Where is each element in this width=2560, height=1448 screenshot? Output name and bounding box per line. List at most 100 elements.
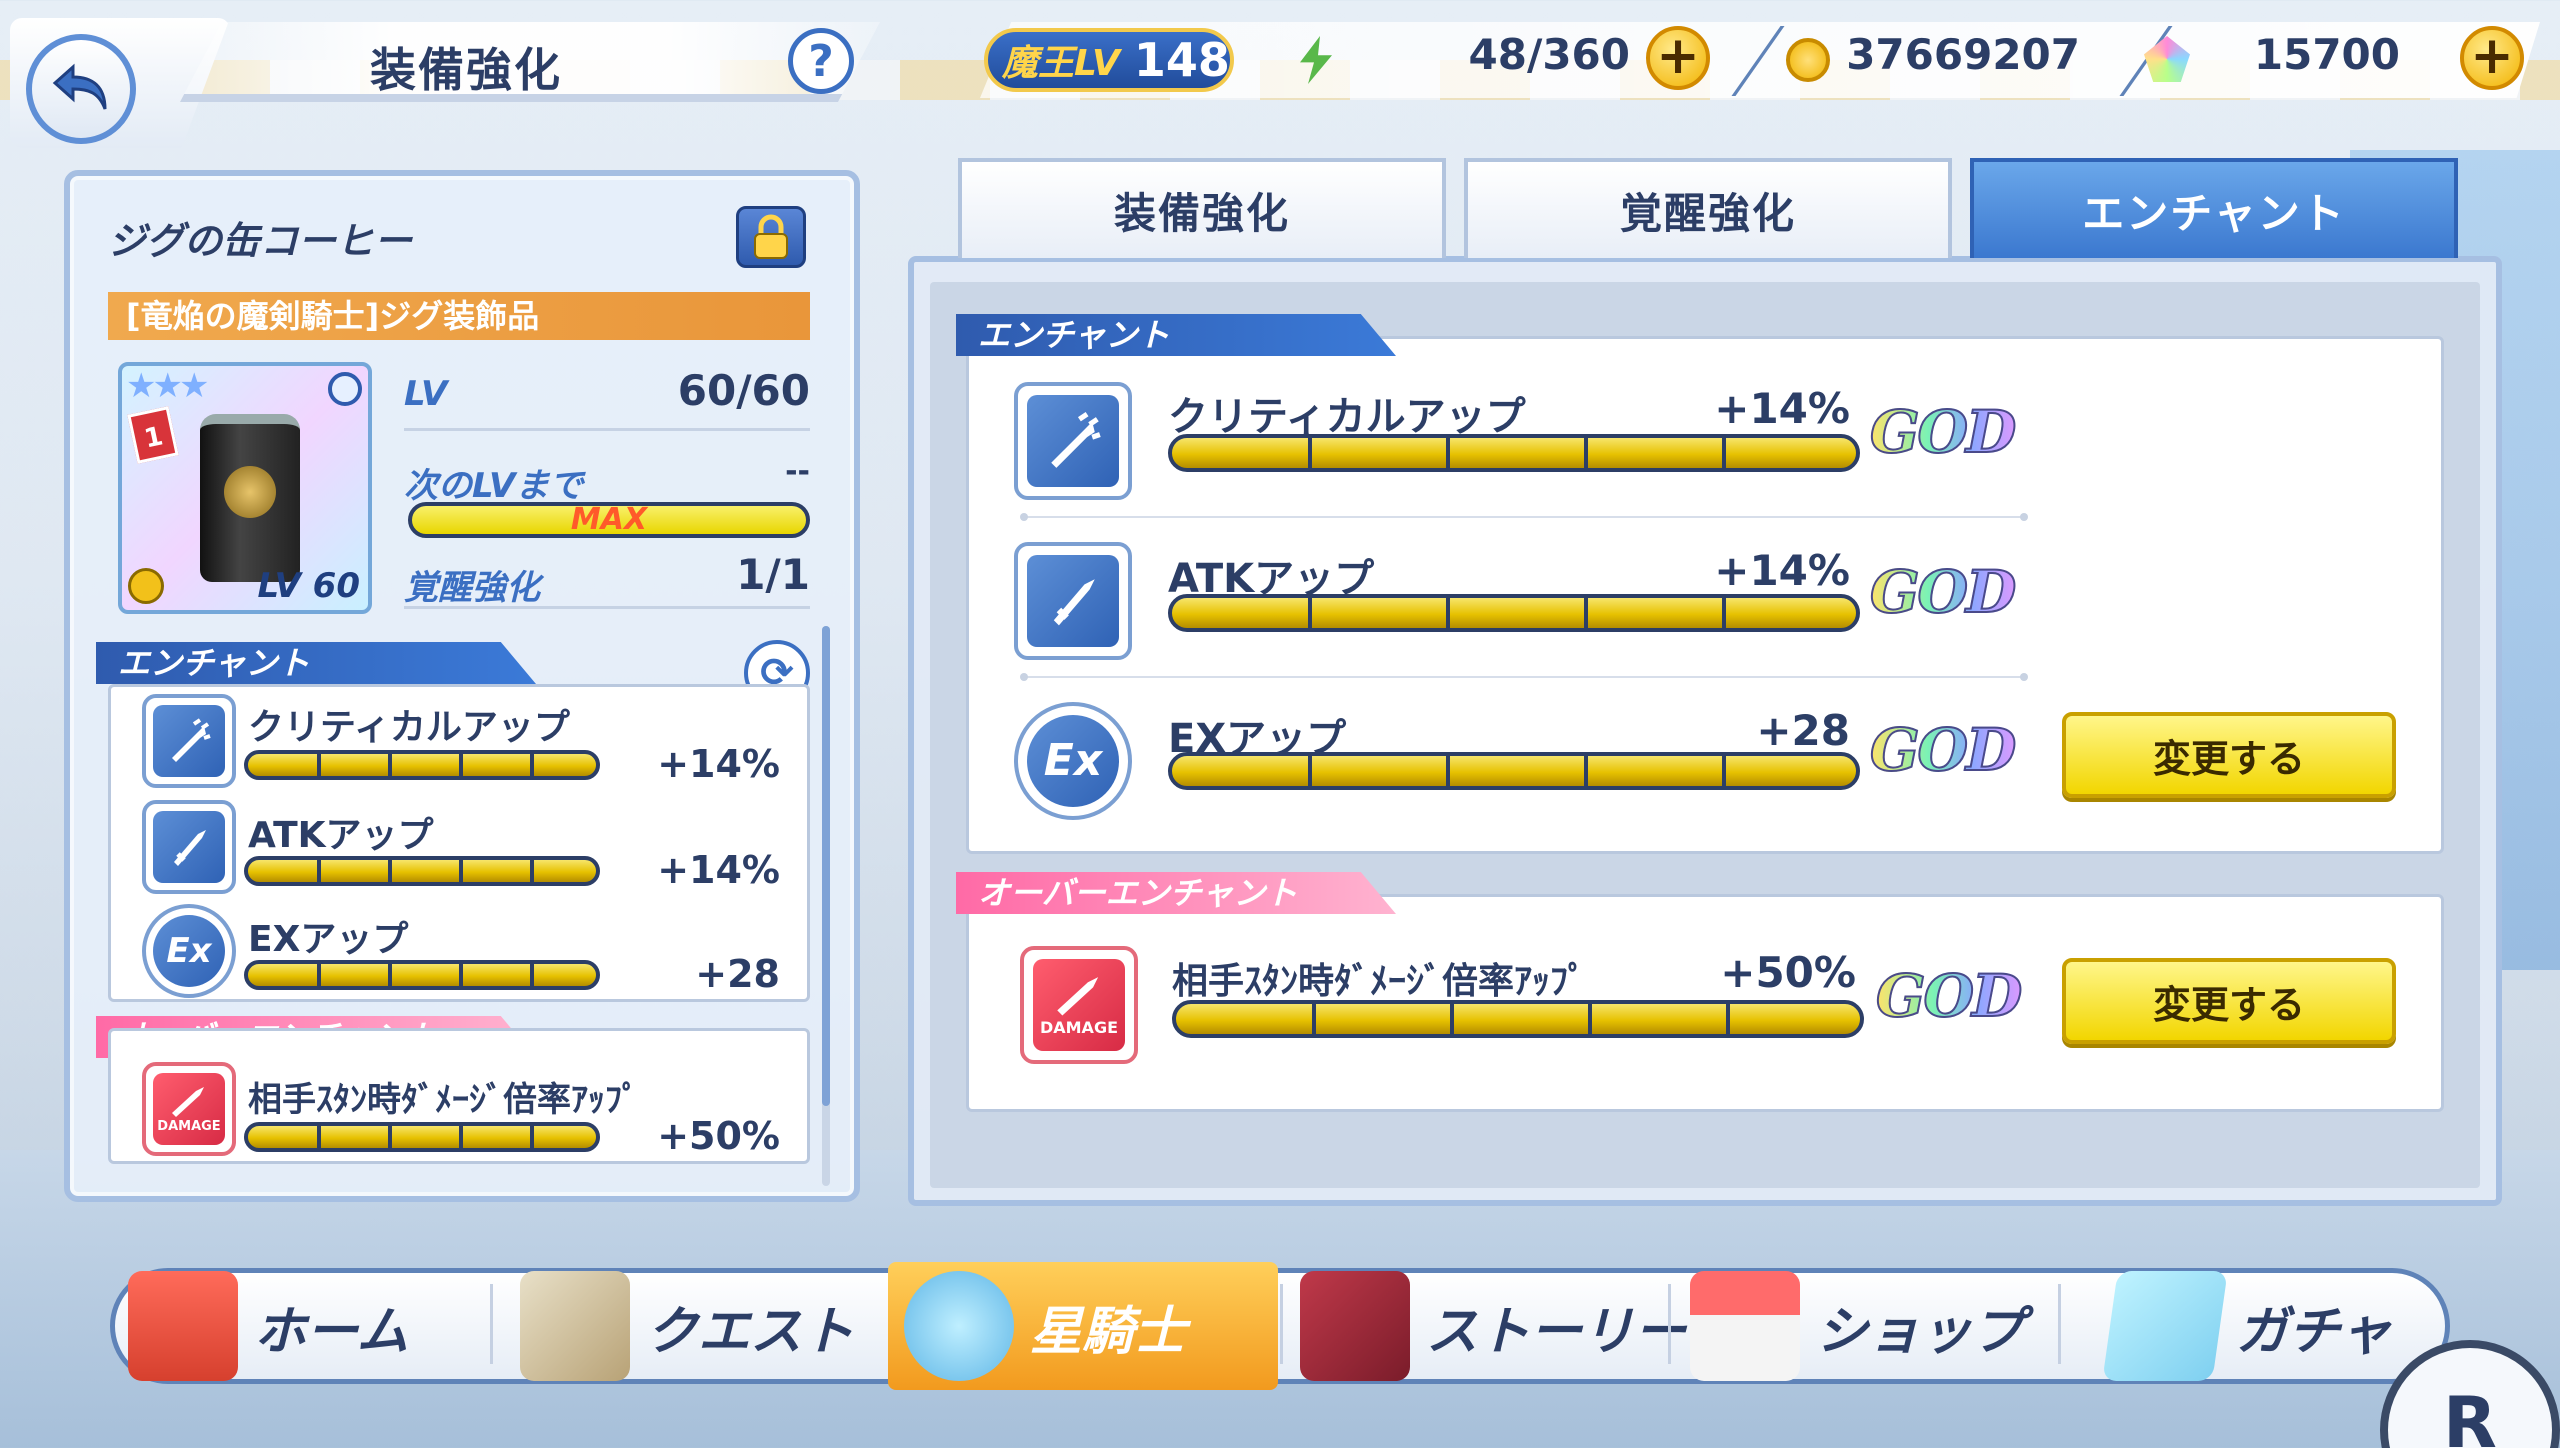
enchant-header: エンチャント	[956, 314, 1396, 356]
nav-story-label: ストーリー	[1426, 1301, 1687, 1362]
nav-star-knight-label: 星騎士	[1030, 1301, 1187, 1362]
critical-up-icon	[142, 694, 236, 788]
card-level: LV 60	[257, 566, 360, 606]
nav-star-knight[interactable]: 星騎士	[888, 1262, 1278, 1390]
enchant-name: 相手ｽﾀﾝ時ﾀﾞﾒｰｼﾞ倍率ｱｯﾌﾟ	[1172, 961, 1587, 1002]
nav-quest-label: クエスト	[646, 1301, 855, 1362]
tab-awaken-enhance[interactable]: 覚醒強化	[1464, 158, 1952, 258]
enchant-value: +28	[1756, 706, 1850, 755]
enchant-value: +14%	[1714, 384, 1850, 433]
tab-enchant[interactable]: エンチャント	[1970, 158, 2458, 258]
critical-up-icon	[1014, 382, 1132, 500]
rank-badge: 1	[127, 406, 179, 464]
nav-home[interactable]: ホーム	[128, 1262, 408, 1390]
enchant-value: +50%	[657, 1114, 780, 1158]
enchant-gauge	[1172, 1000, 1864, 1038]
help-button[interactable]: ?	[788, 28, 854, 94]
grade-god-badge: GOD	[1869, 397, 2017, 467]
star-rating-icon: ★★★	[126, 366, 209, 406]
nav-shop[interactable]: ショップ	[1690, 1262, 2024, 1390]
enchant-value: +50%	[1720, 948, 1856, 997]
nav-separator	[1280, 1284, 1283, 1364]
nav-home-label: ホーム	[254, 1301, 409, 1362]
nav-separator	[1668, 1284, 1671, 1364]
enchant-value: +28	[695, 952, 780, 996]
lock-button[interactable]	[736, 206, 806, 268]
book-icon	[1300, 1271, 1410, 1381]
awaken-value: 1/1	[736, 550, 810, 599]
can-logo	[224, 466, 276, 518]
damage-icon-label: DAMAGE	[157, 1119, 221, 1135]
enchant-gauge	[244, 960, 600, 990]
character-icon	[904, 1271, 1014, 1381]
item-name: ジグの缶コーヒー	[108, 219, 413, 263]
shop-icon	[1690, 1271, 1800, 1381]
divider	[404, 428, 810, 431]
nav-separator	[2058, 1284, 2061, 1364]
next-lv-value: --	[785, 454, 810, 489]
divider	[404, 606, 810, 609]
back-arrow-icon	[52, 63, 107, 110]
ex-up-icon: Ex	[142, 904, 236, 998]
nav-separator	[490, 1284, 493, 1364]
enchant-gauge	[244, 1122, 600, 1152]
ex-icon-label: Ex	[1026, 714, 1120, 808]
nav-gacha-label: ガチャ	[2236, 1301, 2392, 1362]
enchant-gauge	[244, 750, 600, 780]
enchant-gauge	[1168, 434, 1860, 472]
enchant-gauge	[244, 856, 600, 886]
nav-quest[interactable]: クエスト	[520, 1262, 854, 1390]
maou-level-badge: 魔王LV 148	[984, 28, 1234, 92]
change-enchant-button[interactable]: 変更する	[2062, 712, 2396, 798]
nav-story[interactable]: ストーリー	[1300, 1262, 1686, 1390]
lv-value: 60/60	[677, 366, 810, 415]
tab-equip-enhance[interactable]: 装備強化	[958, 158, 1446, 258]
coin-icon	[1786, 38, 1830, 82]
atk-up-icon	[142, 800, 236, 894]
back-button[interactable]	[26, 34, 136, 144]
gem-plus-button[interactable]: +	[2460, 26, 2524, 90]
awaken-label: 覚醒強化	[404, 568, 540, 608]
grade-god-badge: GOD	[1875, 961, 2023, 1031]
grade-god-badge: GOD	[1869, 715, 2017, 785]
over-enchant-header: オーバーエンチャント	[956, 872, 1396, 914]
home-icon	[128, 1271, 238, 1381]
item-subtitle: [竜焔の魔剣騎士]ジグ装飾品	[108, 292, 810, 340]
enchant-name: 相手ｽﾀﾝ時ﾀﾞﾒｰｼﾞ倍率ｱｯﾌﾟ	[248, 1080, 639, 1120]
nav-gacha[interactable]: ガチャ	[2102, 1262, 2392, 1390]
exp-bar: MAX	[408, 502, 810, 538]
enchant-name: EXアップ	[248, 919, 409, 960]
enchant-value: +14%	[657, 848, 780, 892]
ex-icon-label: Ex	[152, 914, 226, 988]
scrollbar-thumb[interactable]	[822, 626, 830, 1106]
enchant-gauge	[1168, 594, 1860, 632]
ex-up-icon: Ex	[1014, 702, 1132, 820]
row-divider	[1020, 673, 2028, 681]
gem-value: 15700	[2253, 30, 2400, 79]
enchant-name: クリティカルアップ	[248, 707, 570, 748]
maou-level-value: 148	[1133, 33, 1230, 87]
atk-up-icon	[1014, 542, 1132, 660]
change-over-enchant-button[interactable]: 変更する	[2062, 958, 2396, 1044]
card-lock-icon	[128, 568, 164, 604]
enchant-gauge	[1168, 752, 1860, 790]
next-lv-label: 次のLVまで	[404, 466, 584, 506]
damage-icon-label: DAMAGE	[1039, 1018, 1118, 1038]
enchant-value: +14%	[657, 742, 780, 786]
row-divider	[1020, 513, 2028, 521]
gem-slot-icon	[328, 372, 362, 406]
grade-god-badge: GOD	[1869, 557, 2017, 627]
stamina-value: 48/360	[1468, 30, 1630, 79]
lv-label: LV	[404, 374, 448, 414]
item-card[interactable]: ★★★ 1 LV 60	[118, 362, 372, 614]
left-enchant-header: エンチャント	[96, 642, 536, 684]
enchant-name: ATKアップ	[248, 815, 434, 856]
damage-icon: DAMAGE	[1020, 946, 1138, 1064]
maou-level-label: 魔王LV	[1002, 43, 1120, 84]
page-title: 装備強化	[370, 43, 562, 97]
lock-icon	[754, 214, 788, 259]
nav-shop-label: ショップ	[1816, 1301, 2025, 1362]
damage-icon: DAMAGE	[142, 1062, 236, 1156]
coin-value: 37669207	[1846, 30, 2080, 79]
enchant-value: +14%	[1714, 546, 1850, 595]
